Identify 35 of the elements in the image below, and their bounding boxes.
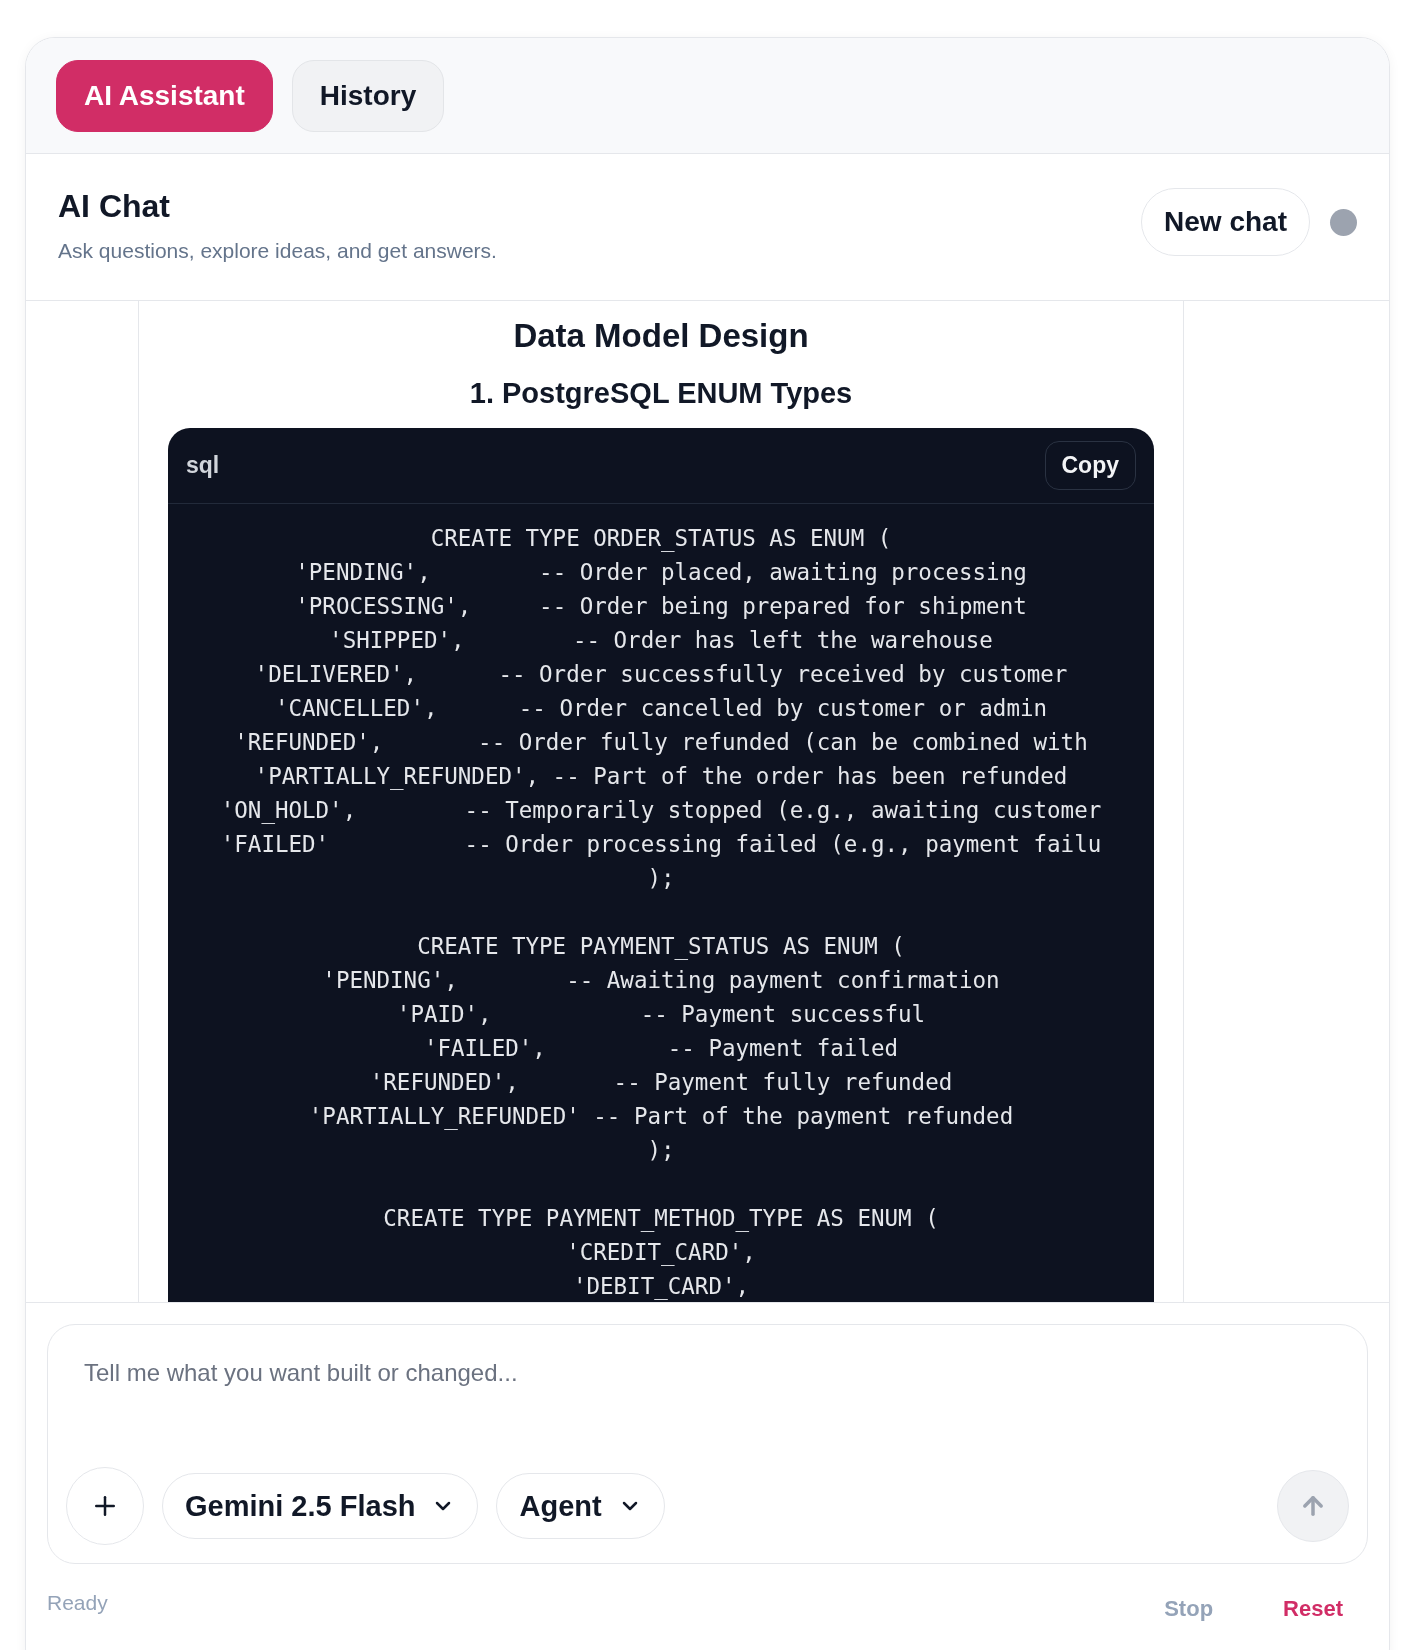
code-line: 'FAILED', -- Payment failed xyxy=(423,1034,899,1063)
code-line: 'PROCESSING', -- Order being prepared for shipment xyxy=(295,592,1027,621)
action-link[interactable]: Reset xyxy=(1283,1596,1343,1622)
code-line: 'DEBIT_CARD', xyxy=(572,1272,750,1302)
code-line: 'FAILED' -- Order processing failed (e.g., payment failu xyxy=(220,830,1102,859)
model-select[interactable]: Gemini 2.5 Flash xyxy=(162,1473,479,1539)
code-line: 'CREDIT_CARD', xyxy=(566,1238,756,1268)
status-text: Ready xyxy=(47,1591,108,1615)
code-line: 'REFUNDED', -- Order fully refunded (can be combined with xyxy=(234,728,1088,757)
message-heading: Data Model Design xyxy=(512,317,810,355)
code-line: CREATE TYPE PAYMENT_STATUS AS ENUM ( xyxy=(417,932,905,962)
code-line: 'SHIPPED', -- Order has left the warehouse xyxy=(329,626,993,655)
code-language: sql xyxy=(186,452,220,479)
code-line: 'PAID', -- Payment successful xyxy=(396,1000,926,1029)
code-line: 'PENDING', -- Awaiting payment confirmation xyxy=(322,966,1000,995)
code-line: CREATE TYPE ORDER_STATUS AS ENUM ( xyxy=(430,524,892,554)
tab[interactable]: AI Assistant xyxy=(56,59,273,132)
code-line: 'PENDING', -- Order placed, awaiting processing xyxy=(295,558,1027,587)
code-line: 'DELIVERED', -- Order successfully received by customer xyxy=(254,660,1068,689)
new-chat-button[interactable]: New chat xyxy=(1141,188,1310,256)
code-line: ); xyxy=(647,1136,675,1165)
code-line: 'CANCELLED', -- Order cancelled by customer or admin xyxy=(274,694,1048,723)
code-line: 'PARTIALLY_REFUNDED', -- Part of the order has been refunded xyxy=(254,762,1068,792)
code-line: 'PARTIALLY_REFUNDED' -- Part of the payment refunded xyxy=(308,1102,1014,1132)
code-line: ); xyxy=(647,864,675,893)
code-line: CREATE TYPE PAYMENT_METHOD_TYPE AS ENUM ( xyxy=(383,1204,939,1234)
tab[interactable]: History xyxy=(291,59,445,132)
message-subheading: 1. PostgreSQL ENUM Types xyxy=(468,377,854,410)
chat-subtitle: Ask questions, explore ideas, and get answers. xyxy=(58,239,497,263)
status-dot xyxy=(1330,208,1357,236)
code-line: 'ON_HOLD', -- Temporarily stopped (e.g., awaiting customer xyxy=(220,796,1102,826)
mode-select[interactable]: Agent xyxy=(496,1473,665,1539)
chat-title: AI Chat xyxy=(58,188,171,225)
code-line: 'REFUNDED', -- Payment fully refunded xyxy=(369,1068,953,1097)
copy-button[interactable]: Copy xyxy=(1044,441,1136,490)
